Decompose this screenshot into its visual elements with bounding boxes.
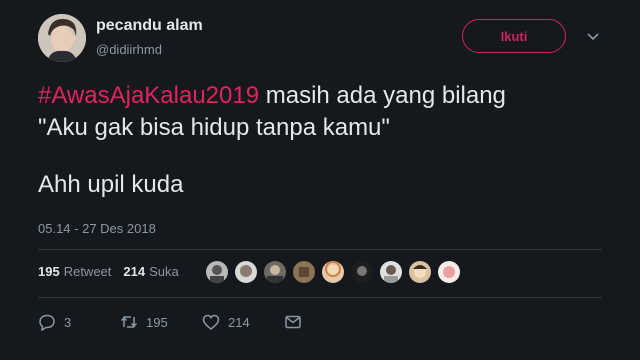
tweet-timestamp[interactable]: 05.14 - 27 Des 2018 (38, 221, 156, 236)
liker-avatar-2[interactable] (235, 261, 257, 283)
retweet-button[interactable]: 195 (120, 313, 168, 331)
reply-button[interactable]: 3 (38, 313, 71, 331)
tweet-spacer (38, 144, 506, 169)
avatar-icon (264, 261, 286, 283)
reply-icon (39, 314, 55, 331)
retweet-icon (120, 316, 138, 328)
tweet-line-2: "Aku gak bisa hidup tanpa kamu" (38, 114, 390, 141)
avatar-icon (293, 261, 315, 283)
liker-avatar-5[interactable] (322, 261, 344, 283)
avatar-icon (322, 261, 344, 283)
liker-avatar-6[interactable] (351, 261, 373, 283)
liker-avatar-4[interactable] (293, 261, 315, 283)
like-count: 214 (228, 314, 250, 330)
follow-button[interactable]: Ikuti (462, 19, 566, 53)
user-handle[interactable]: @didiirhmd (96, 42, 162, 57)
hashtag-link[interactable]: #AwasAjaKalau2019 (38, 82, 259, 109)
likes-stat[interactable]: 214 Suka (123, 264, 178, 279)
message-button[interactable] (284, 313, 310, 331)
retweets-label: Retweet (63, 264, 112, 279)
display-name[interactable]: pecandu alam (96, 17, 203, 35)
liker-avatar-7[interactable] (380, 261, 402, 283)
chevron-down-icon[interactable] (586, 30, 600, 44)
likes-count: 214 (123, 264, 146, 279)
reply-count: 3 (64, 314, 72, 330)
tweet-line-1: #AwasAjaKalau2019 masih ada yang bilang (38, 80, 506, 112)
avatar-icon (409, 261, 431, 283)
divider-top (38, 249, 602, 250)
heart-icon (202, 314, 220, 330)
liker-avatars (206, 261, 467, 283)
avatar-icon (206, 261, 228, 283)
tweet-line-3: Ahh upil kuda (38, 171, 184, 198)
avatar-icon (351, 261, 373, 283)
liker-avatar-9[interactable] (438, 261, 460, 283)
liker-avatar-8[interactable] (409, 261, 431, 283)
liker-avatar-1[interactable] (206, 261, 228, 283)
tweet-line-1-text: masih ada yang bilang (259, 82, 506, 109)
retweet-count: 195 (146, 314, 168, 330)
avatar-icon (438, 261, 460, 283)
user-avatar[interactable] (38, 14, 86, 62)
like-button[interactable]: 214 (202, 313, 250, 331)
liker-avatar-3[interactable] (264, 261, 286, 283)
engagement-stats: 195 Retweet 214 Suka (38, 264, 191, 279)
tweet-actions: 3 195 214 (38, 313, 338, 335)
divider-bottom (38, 297, 602, 298)
retweets-stat[interactable]: 195 Retweet (38, 264, 111, 279)
retweets-count: 195 (38, 264, 60, 279)
tweet-text: #AwasAjaKalau2019 masih ada yang bilang … (38, 80, 506, 201)
envelope-icon (285, 315, 301, 329)
likes-label: Suka (149, 264, 179, 279)
avatar-icon (235, 261, 257, 283)
avatar-image (38, 14, 86, 62)
avatar-icon (380, 261, 402, 283)
